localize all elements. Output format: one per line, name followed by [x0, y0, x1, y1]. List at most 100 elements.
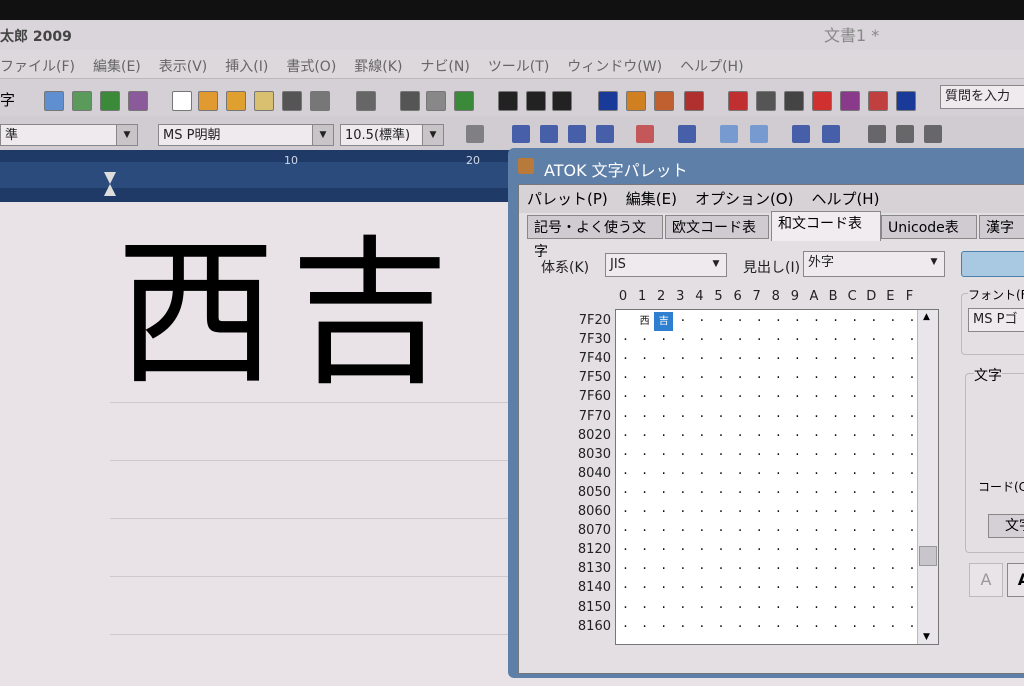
italic-icon[interactable] — [568, 125, 586, 143]
align-left-icon[interactable] — [868, 125, 886, 143]
grid-cell[interactable]: · — [883, 618, 902, 637]
grid-cell[interactable]: · — [673, 446, 692, 465]
grid-cell[interactable]: · — [712, 427, 731, 446]
grid-cell[interactable]: · — [883, 427, 902, 446]
grid-cell[interactable]: · — [635, 541, 654, 560]
grid-cell[interactable]: · — [692, 369, 711, 388]
menu-item[interactable]: 編集(E) — [93, 59, 141, 75]
grid-cell[interactable]: · — [712, 522, 731, 541]
grid-cell[interactable]: · — [807, 522, 826, 541]
grid-cell[interactable]: · — [750, 312, 769, 331]
grid-cell[interactable]: · — [845, 427, 864, 446]
char-frame-icon[interactable] — [750, 125, 768, 143]
grid-cell[interactable]: · — [883, 599, 902, 618]
grid-cell[interactable]: · — [769, 560, 788, 579]
grid-cell[interactable]: · — [731, 484, 750, 503]
grid-cell[interactable]: · — [883, 446, 902, 465]
grid-cell[interactable]: · — [845, 446, 864, 465]
font-smaller-button[interactable]: A — [969, 563, 1003, 597]
palette-menu-item[interactable]: パレット(P) — [527, 190, 608, 208]
menu-item[interactable]: ヘルプ(H) — [680, 59, 743, 75]
tab-2[interactable]: 和文コード表 — [771, 211, 881, 241]
menu-item[interactable]: 書式(O) — [286, 59, 336, 75]
grid-cell[interactable]: · — [692, 541, 711, 560]
grid-cell[interactable]: · — [616, 503, 635, 522]
redo-icon[interactable] — [526, 91, 546, 111]
navi-icon[interactable] — [654, 91, 674, 111]
grid-cell[interactable]: · — [864, 484, 883, 503]
grid-cell[interactable]: · — [750, 522, 769, 541]
grid-cell[interactable]: · — [635, 408, 654, 427]
grid-cell[interactable]: · — [692, 599, 711, 618]
grid-cell[interactable]: · — [845, 618, 864, 637]
paste-icon[interactable] — [454, 91, 474, 111]
grid-cell[interactable]: · — [864, 618, 883, 637]
grid-cell[interactable]: · — [731, 465, 750, 484]
grid-cell[interactable]: · — [616, 350, 635, 369]
grid-cell[interactable]: · — [807, 465, 826, 484]
undo-icon[interactable] — [498, 91, 518, 111]
palette-menu-item[interactable]: 編集(E) — [626, 190, 677, 208]
grid-cell[interactable]: · — [845, 560, 864, 579]
font-color-icon[interactable] — [636, 125, 654, 143]
menu-item[interactable]: 挿入(I) — [225, 59, 268, 75]
heading-select[interactable]: 外字 ▼ — [803, 251, 945, 277]
grid-cell[interactable]: · — [673, 599, 692, 618]
grid-cell[interactable]: · — [616, 560, 635, 579]
grid-cell[interactable]: · — [864, 560, 883, 579]
grid-cell[interactable]: · — [788, 484, 807, 503]
grid-cell[interactable]: · — [788, 560, 807, 579]
scroll-up-icon[interactable]: ▲ — [923, 312, 930, 322]
spell-check-icon[interactable] — [896, 91, 916, 111]
grid-cell[interactable]: · — [692, 579, 711, 598]
cut-icon[interactable] — [400, 91, 420, 111]
grid-cell[interactable]: · — [712, 388, 731, 407]
copy-icon[interactable] — [426, 91, 446, 111]
grid-cell[interactable]: · — [864, 579, 883, 598]
repeat-icon[interactable] — [552, 91, 572, 111]
grid-cell[interactable]: · — [788, 579, 807, 598]
tab-icon[interactable] — [598, 91, 618, 111]
grid-cell[interactable]: · — [654, 369, 673, 388]
grid-cell[interactable]: · — [654, 427, 673, 446]
grid-cell[interactable]: · — [731, 369, 750, 388]
grid-cell[interactable]: · — [635, 599, 654, 618]
grid-cell[interactable]: · — [883, 484, 902, 503]
grid-cell[interactable]: · — [826, 560, 845, 579]
grid-cell[interactable]: · — [635, 446, 654, 465]
grid-cell[interactable]: · — [673, 350, 692, 369]
grid-cell[interactable]: · — [731, 618, 750, 637]
grid-cell[interactable]: · — [654, 484, 673, 503]
grid-cell[interactable]: · — [883, 369, 902, 388]
grid-cell[interactable]: · — [807, 541, 826, 560]
grid-cell[interactable]: · — [654, 465, 673, 484]
grid-cell[interactable]: · — [769, 522, 788, 541]
grid-cell[interactable]: · — [788, 618, 807, 637]
grid-cell[interactable]: · — [616, 465, 635, 484]
grid-cell[interactable]: · — [750, 388, 769, 407]
grid-cell[interactable]: · — [673, 541, 692, 560]
grid-cell[interactable]: · — [654, 522, 673, 541]
grid-cell[interactable]: · — [883, 560, 902, 579]
grid-cell[interactable]: · — [692, 312, 711, 331]
grid-cell[interactable]: · — [864, 427, 883, 446]
grid-cell[interactable]: · — [616, 599, 635, 618]
grid-cell[interactable]: · — [750, 618, 769, 637]
frame-icon[interactable] — [684, 91, 704, 111]
grid-cell[interactable]: · — [883, 312, 902, 331]
grid-cell[interactable]: · — [692, 350, 711, 369]
grid-cell[interactable]: · — [750, 427, 769, 446]
grid-cell[interactable]: · — [731, 522, 750, 541]
grid-cell[interactable]: · — [616, 388, 635, 407]
grid-cell[interactable]: · — [731, 503, 750, 522]
font-larger-icon[interactable] — [792, 125, 810, 143]
grid-cell[interactable]: 吉 — [654, 312, 674, 331]
grid-cell[interactable]: · — [883, 465, 902, 484]
grid-cell[interactable]: · — [654, 331, 673, 350]
insert-image-icon[interactable] — [868, 91, 888, 111]
char-border-icon[interactable] — [720, 125, 738, 143]
grid-cell[interactable]: · — [673, 388, 692, 407]
grid-cell[interactable]: · — [616, 408, 635, 427]
grid-cell[interactable]: · — [845, 541, 864, 560]
grid-cell[interactable]: · — [692, 560, 711, 579]
